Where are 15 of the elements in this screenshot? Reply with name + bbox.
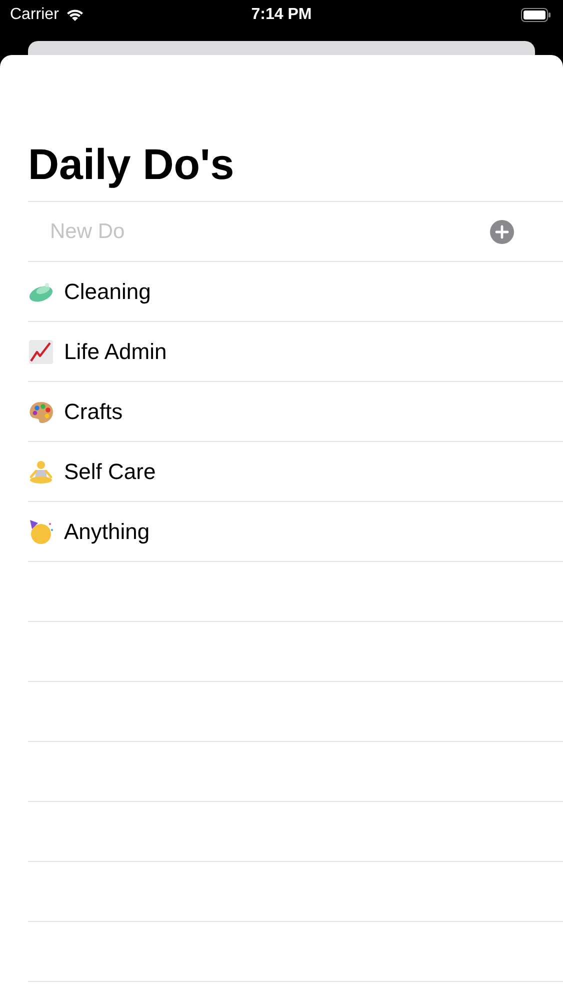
chart-increasing-icon xyxy=(28,338,54,364)
wifi-icon xyxy=(64,8,85,22)
category-label[interactable]: Anything xyxy=(64,518,150,544)
status-time: 7:14 PM xyxy=(251,6,312,24)
party-hat-icon xyxy=(28,518,54,544)
add-icon[interactable] xyxy=(490,220,514,244)
carrier-name: Carrier xyxy=(10,6,59,24)
meditating-figure-icon xyxy=(28,458,54,484)
page-title: Daily Do's xyxy=(28,140,236,191)
category-label[interactable]: Self Care xyxy=(64,458,156,484)
new-item-field[interactable]: New Do xyxy=(50,220,490,244)
category-label[interactable]: Crafts xyxy=(64,398,123,424)
category-label[interactable]: Life Admin xyxy=(64,338,167,364)
category-label[interactable]: Cleaning xyxy=(64,278,151,304)
battery-icon xyxy=(521,8,551,22)
